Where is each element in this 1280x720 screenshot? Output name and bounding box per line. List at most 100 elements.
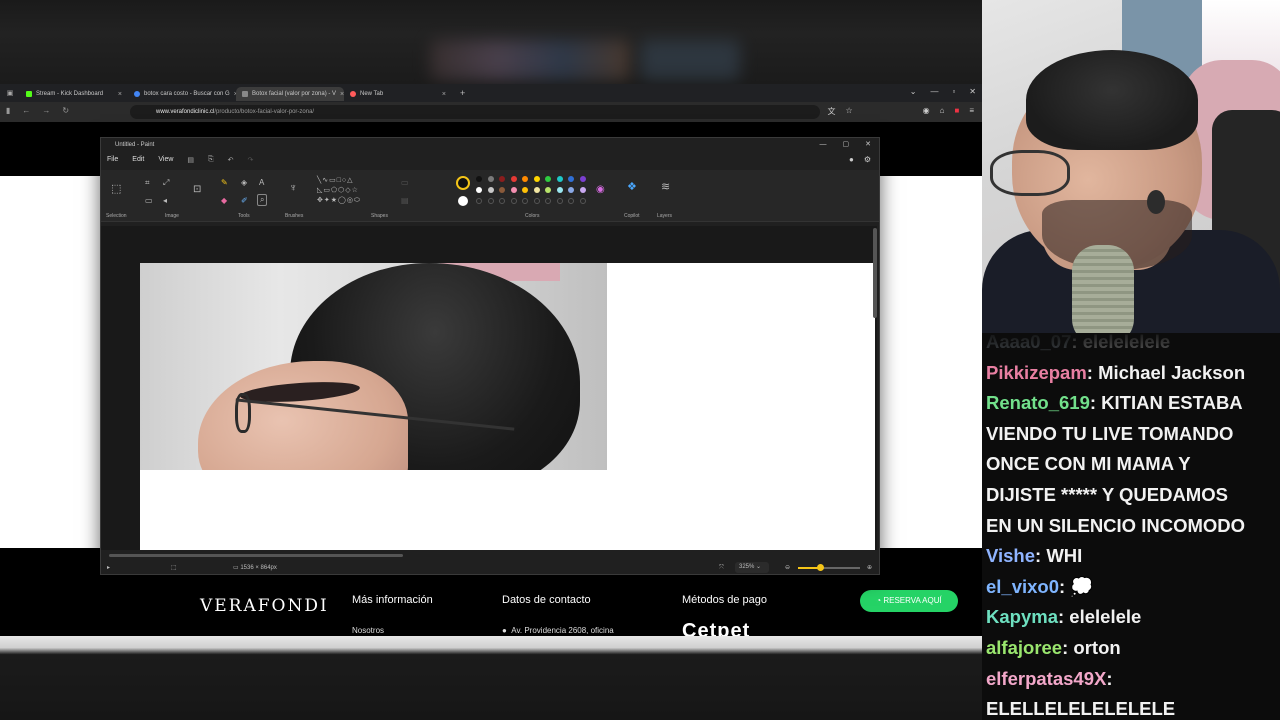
site-logo[interactable]: VERAFONDI [200, 596, 329, 616]
custom-color-slot[interactable] [487, 198, 494, 204]
share-icon[interactable]: ⎘ [208, 156, 214, 164]
bookmark-star-icon[interactable]: ☆ [845, 106, 852, 117]
magnifier-icon[interactable]: ⌕ [257, 194, 268, 206]
rotate-icon[interactable]: ▭ [145, 196, 153, 205]
color-picker-icon[interactable]: ✐ [241, 196, 248, 205]
zoom-level-dropdown[interactable]: 325% ⌄ [735, 562, 769, 573]
custom-color-slot[interactable] [579, 198, 586, 204]
custom-color-slot[interactable] [568, 198, 574, 204]
zoom-out-icon[interactable]: ⊖ [785, 560, 790, 574]
color-swatch[interactable] [545, 187, 551, 193]
chat-username[interactable]: elferpatas49X [986, 668, 1106, 689]
color-swatch[interactable] [487, 187, 494, 193]
color-swatch[interactable] [522, 187, 528, 193]
tab-verafondi[interactable]: Botox facial (valor por zona) - V × [236, 87, 344, 101]
resize-icon[interactable]: ⤢ [163, 178, 169, 188]
color-swatch[interactable] [510, 176, 517, 182]
pencil-icon[interactable]: ✎ [221, 178, 228, 187]
zoom-in-icon[interactable]: ⊕ [867, 560, 872, 574]
minimize-icon[interactable]: — [930, 87, 938, 96]
primary-color-swatch[interactable] [456, 176, 470, 190]
color-swatch[interactable] [545, 176, 551, 182]
chat-username[interactable]: Pikkizepam [986, 362, 1087, 383]
chat-username[interactable]: Vishe [986, 545, 1035, 566]
image-icon[interactable]: ⊡ [193, 184, 201, 195]
address-bar[interactable]: www.verafondiclinic.cl/producto/botox-fa… [130, 105, 820, 119]
color-swatch[interactable] [556, 187, 563, 193]
custom-color-slot[interactable] [510, 198, 517, 204]
menu-icon[interactable]: ≡ [969, 106, 974, 117]
color-swatch[interactable] [568, 187, 574, 193]
eraser-icon[interactable]: ◆ [221, 196, 227, 205]
text-tool-icon[interactable]: A [259, 178, 264, 187]
save-icon[interactable]: ▤ [187, 156, 194, 164]
color-swatch[interactable] [499, 176, 505, 182]
custom-color-slot[interactable] [533, 198, 540, 204]
translate-icon[interactable]: 文 [827, 106, 835, 117]
crop-icon[interactable]: ⌗ [145, 178, 150, 188]
paint-maximize-icon[interactable]: ▢ [843, 138, 850, 152]
chat-username[interactable]: Renato_619 [986, 392, 1090, 413]
tab-actions-icon[interactable]: ▣ [0, 89, 20, 97]
fill-bucket-icon[interactable]: ◈ [241, 178, 247, 187]
pasted-webcam-image[interactable] [140, 263, 607, 470]
color-swatch[interactable] [476, 187, 482, 193]
maximize-icon[interactable]: ▫ [952, 87, 955, 96]
flip-icon[interactable]: ◂ [163, 196, 167, 205]
canvas-area[interactable] [101, 226, 877, 550]
color-swatch[interactable] [487, 176, 494, 182]
chat-username[interactable]: el_vixo0 [986, 576, 1059, 597]
color-swatch[interactable] [522, 176, 528, 182]
vertical-scrollbar[interactable] [873, 228, 877, 318]
close-tab-icon[interactable]: × [118, 91, 122, 98]
settings-gear-icon[interactable]: ⚙ [864, 155, 871, 164]
custom-color-slot[interactable] [556, 198, 563, 204]
zoom-slider-knob[interactable] [816, 564, 824, 571]
color-swatch[interactable] [556, 176, 563, 182]
custom-color-slot[interactable] [522, 198, 528, 204]
close-icon[interactable]: ✕ [969, 87, 976, 96]
layers-icon[interactable]: ≋ [661, 180, 670, 193]
close-tab-icon[interactable]: × [442, 91, 446, 98]
fit-to-window-icon[interactable]: ⤧ [719, 560, 724, 574]
shapes-row-2-icon[interactable]: ◺▭⬠⬡◇☆ [317, 186, 359, 194]
color-swatch[interactable] [533, 187, 540, 193]
back-icon[interactable]: ← [22, 106, 30, 115]
shapes-row-3-icon[interactable]: ✥✦★◯◎⬭ [317, 196, 361, 205]
extension-red-icon[interactable]: ■ [954, 106, 959, 117]
paint-minimize-icon[interactable]: — [820, 138, 827, 152]
custom-color-slot[interactable] [499, 198, 505, 204]
extensions-icon[interactable]: ⌂ [940, 106, 945, 117]
tab-kick-dashboard[interactable]: Stream - Kick Dashboard × [20, 87, 128, 101]
account-icon[interactable]: ● [849, 155, 854, 164]
copilot-icon[interactable]: ❖ [627, 180, 637, 193]
forward-icon[interactable]: → [42, 106, 50, 115]
drawing-canvas[interactable] [140, 263, 875, 550]
outline-icon[interactable]: ▭ [401, 178, 409, 187]
reserva-aqui-button[interactable]: ◔ RESERVA AQUÍ [860, 590, 958, 612]
menu-view[interactable]: View [158, 156, 173, 164]
menu-file[interactable]: File [107, 156, 118, 164]
tab-google-search[interactable]: botox cara costo - Buscar con G × [128, 87, 236, 101]
color-swatch[interactable] [476, 176, 482, 182]
tab-list-icon[interactable]: ⌄ [910, 87, 917, 96]
chat-username[interactable]: Kapyma [986, 606, 1058, 627]
undo-icon[interactable]: ↶ [228, 156, 234, 164]
paint-close-icon[interactable]: ✕ [865, 138, 871, 152]
edit-colors-icon[interactable]: ◉ [596, 184, 605, 195]
tab-new-tab[interactable]: New Tab × [344, 87, 452, 101]
sidebar-icon[interactable]: ▮ [6, 106, 10, 115]
zoom-slider[interactable] [798, 564, 860, 571]
fill-icon[interactable]: ▤ [401, 196, 409, 205]
color-swatch[interactable] [510, 187, 517, 193]
reload-icon[interactable]: ↻ [62, 106, 69, 115]
brush-icon[interactable]: ♆ [289, 182, 297, 194]
custom-color-slot[interactable] [545, 198, 551, 204]
color-swatch[interactable] [499, 187, 505, 193]
selection-rectangle-icon[interactable]: ⬚ [111, 182, 121, 195]
shapes-row-1-icon[interactable]: ╲∿▭□○△ [317, 176, 354, 184]
secondary-color-swatch[interactable] [458, 196, 468, 206]
redo-icon[interactable]: ↷ [248, 156, 254, 164]
new-tab-icon[interactable]: + [460, 88, 465, 98]
color-swatch[interactable] [579, 187, 586, 193]
